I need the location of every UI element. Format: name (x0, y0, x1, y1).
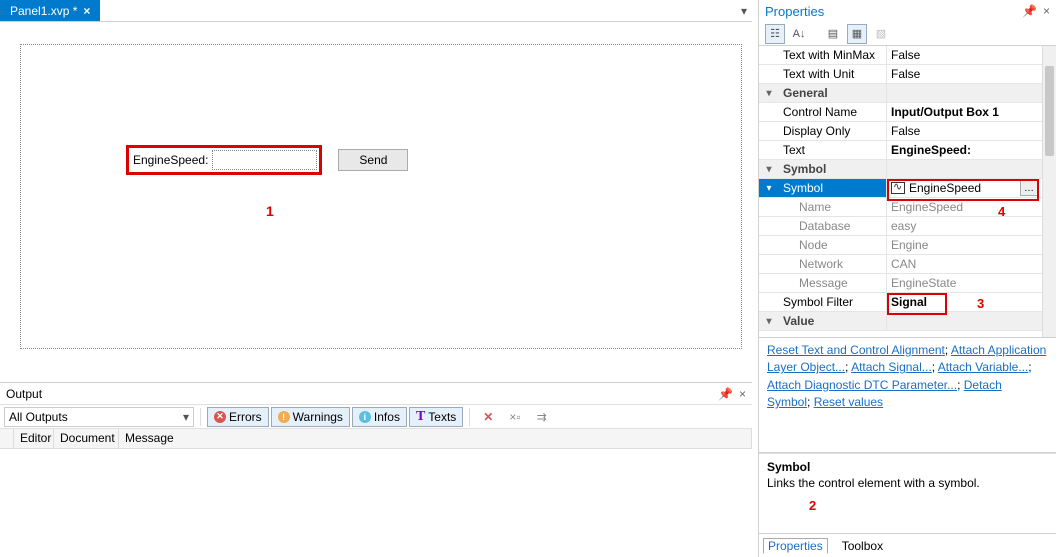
signal-icon (891, 182, 905, 194)
prop-row-symbol-database: Database easy (759, 217, 1042, 236)
prop-category-value[interactable]: ▾ Value (759, 312, 1042, 331)
design-surface: EngineSpeed: Send 1 (0, 22, 752, 382)
link-attach-dtc[interactable]: Attach Diagnostic DTC Parameter... (767, 378, 957, 392)
col-editor[interactable]: Editor (14, 429, 54, 448)
document-tab[interactable]: Panel1.xvp * × (0, 0, 100, 21)
warnings-toggle[interactable]: ! Warnings (271, 407, 350, 427)
property-links: Reset Text and Control Alignment; Attach… (759, 338, 1056, 453)
errors-toggle[interactable]: ✕ Errors (207, 407, 269, 427)
text-icon: T (416, 409, 425, 425)
document-tab-bar: Panel1.xvp * × ▾ (0, 0, 752, 22)
close-icon[interactable]: × (83, 4, 90, 18)
scrollbar-thumb[interactable] (1045, 66, 1054, 156)
annotation-1: 1 (266, 203, 274, 219)
prop-row-symbol[interactable]: ▾ Symbol EngineSpeed … (759, 179, 1042, 198)
prop-row-symbol-network: Network CAN (759, 255, 1042, 274)
collapse-icon[interactable]: ▾ (759, 179, 779, 197)
description-text: Links the control element with a symbol. (767, 476, 1048, 490)
action-icon: ×▫ (509, 410, 520, 424)
warning-icon: ! (278, 411, 290, 423)
annotation-2: 2 (809, 498, 1058, 513)
output-filter-combo[interactable]: All Outputs ▾ (4, 407, 194, 427)
tab-toolbox[interactable]: Toolbox (834, 537, 891, 555)
link-attach-variable[interactable]: Attach Variable... (938, 360, 1029, 374)
prop-row-display-only[interactable]: Display Only False (759, 122, 1042, 141)
tab-properties[interactable]: Properties (763, 538, 828, 554)
annotation-box-1: EngineSpeed: (126, 145, 322, 175)
col-message[interactable]: Message (119, 429, 752, 448)
info-icon: i (359, 411, 371, 423)
description-title: Symbol (767, 460, 1048, 474)
output-grid-body (0, 449, 752, 557)
prop-row-symbol-message: Message EngineState (759, 274, 1042, 293)
prop-row-symbol-node: Node Engine (759, 236, 1042, 255)
properties-scrollbar[interactable] (1042, 46, 1056, 337)
document-tab-label: Panel1.xvp * (10, 4, 77, 18)
output-grid-header: Editor Document Message (0, 429, 752, 449)
properties-pane: Properties 📌 × ☷ A↓ ▤ ▦ ▧ Text with MinM… (758, 0, 1056, 557)
prop-pages-button-2[interactable]: ▦ (847, 24, 867, 44)
output-filter-label: All Outputs (9, 410, 68, 424)
output-title: Output (6, 387, 42, 401)
properties-toolbar: ☷ A↓ ▤ ▦ ▧ (759, 22, 1056, 46)
prop-row-symbol-filter[interactable]: Symbol Filter Signal (759, 293, 1042, 312)
col-document[interactable]: Document (54, 429, 119, 448)
error-icon: ✕ (214, 411, 226, 423)
tab-menu-dropdown[interactable]: ▾ (736, 0, 752, 21)
prop-row-symbol-name: Name EngineSpeed (759, 198, 1042, 217)
prop-pages-button[interactable]: ▤ (823, 24, 843, 44)
collapse-icon[interactable]: ▾ (759, 312, 779, 330)
close-icon[interactable]: × (739, 387, 746, 401)
collapse-icon[interactable]: ▾ (759, 160, 779, 178)
delete-icon: ✕ (483, 410, 493, 424)
property-grid: Text with MinMax False Text with Unit Fa… (759, 46, 1042, 331)
pane-tabs: Properties Toolbox (759, 533, 1056, 557)
io-box-label: EngineSpeed: (131, 151, 210, 169)
toolbar-action-2[interactable]: ⇉ (530, 407, 554, 427)
texts-toggle[interactable]: T Texts (409, 407, 463, 427)
prop-pages-button-3[interactable]: ▧ (871, 24, 891, 44)
clear-button[interactable]: ✕ (476, 407, 500, 427)
properties-title: Properties (765, 4, 824, 19)
infos-toggle[interactable]: i Infos (352, 407, 407, 427)
send-button[interactable]: Send (338, 149, 408, 171)
close-icon[interactable]: × (1043, 4, 1050, 18)
action-icon: ⇉ (537, 410, 547, 424)
link-attach-signal[interactable]: Attach Signal... (851, 360, 932, 374)
link-reset-values[interactable]: Reset values (814, 395, 883, 409)
alphabetical-button[interactable]: A↓ (789, 24, 809, 44)
prop-row-text-minmax[interactable]: Text with MinMax False (759, 46, 1042, 65)
io-box-input[interactable] (212, 150, 317, 170)
prop-category-symbol[interactable]: ▾ Symbol (759, 160, 1042, 179)
prop-row-text[interactable]: Text EngineSpeed: (759, 141, 1042, 160)
pin-icon[interactable]: 📌 (718, 387, 733, 401)
pin-icon[interactable]: 📌 (1022, 4, 1037, 18)
link-reset-alignment[interactable]: Reset Text and Control Alignment (767, 343, 945, 357)
output-pane: Output 📌 × All Outputs ▾ ✕ Errors ! Warn… (0, 382, 752, 557)
prop-row-control-name[interactable]: Control Name Input/Output Box 1 (759, 103, 1042, 122)
toolbar-action-1[interactable]: ×▫ (502, 407, 527, 427)
browse-button[interactable]: … (1020, 180, 1038, 196)
prop-row-text-unit[interactable]: Text with Unit False (759, 65, 1042, 84)
collapse-icon[interactable]: ▾ (759, 84, 779, 102)
prop-category-general[interactable]: ▾ General (759, 84, 1042, 103)
property-description: Symbol Links the control element with a … (759, 453, 1056, 533)
categorized-button[interactable]: ☷ (765, 24, 785, 44)
chevron-down-icon: ▾ (183, 410, 189, 424)
panel-canvas[interactable]: EngineSpeed: Send 1 (20, 44, 742, 349)
